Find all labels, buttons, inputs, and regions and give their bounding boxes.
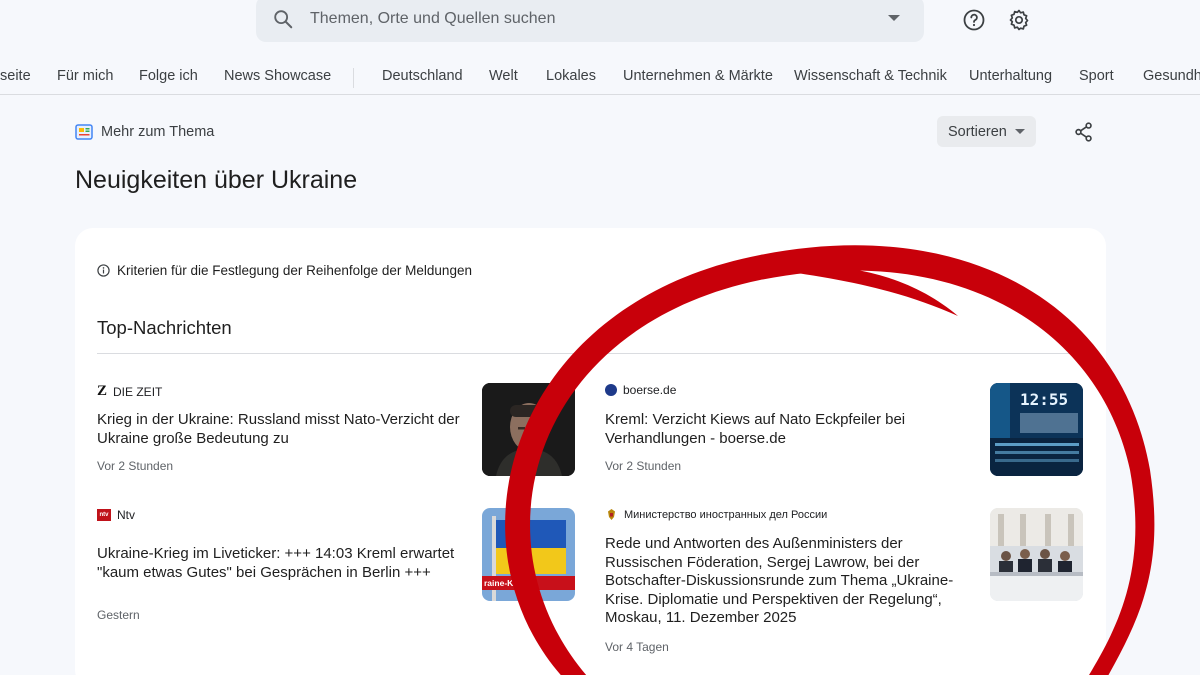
banner-text: raine-Kr etic	[484, 578, 534, 588]
nav-item-deutschland[interactable]: Deutschland	[382, 68, 463, 84]
ntv-logo: ntv	[97, 509, 111, 521]
zeit-logo: Z	[97, 383, 108, 399]
article-time: Vor 2 Stunden	[97, 459, 174, 473]
ukraine-flag-image: raine-Kr etic	[482, 508, 575, 601]
article-thumbnail[interactable]	[990, 508, 1083, 601]
source-name: Министерство иностранных дел России	[624, 508, 828, 521]
nav-item-gesundheit[interactable]: Gesundhe	[1143, 68, 1200, 84]
article-time: Gestern	[97, 608, 140, 622]
section-label: Mehr zum Thema	[101, 124, 215, 140]
top-news-heading: Top-Nachrichten	[97, 317, 232, 338]
nav-item-news-showcase[interactable]: News Showcase	[224, 68, 331, 84]
russia-mfa-emblem-icon	[608, 509, 615, 520]
share-icon[interactable]	[1073, 121, 1095, 143]
more-on-topic-label: Mehr zum Thema	[75, 122, 214, 142]
ranking-criteria-text: Kriterien für die Festlegung der Reihenf…	[117, 263, 472, 278]
sort-button-label: Sortieren	[948, 123, 1007, 140]
nav-item-folge-ich[interactable]: Folge ich	[139, 68, 198, 84]
help-icon[interactable]	[962, 8, 986, 32]
boerse-logo-icon	[605, 384, 617, 396]
chevron-down-icon	[1015, 129, 1025, 134]
settings-gear-icon[interactable]	[1007, 8, 1031, 32]
article-item[interactable]: Z DIE ZEIT Krieg in der Ukraine: Russlan…	[97, 383, 577, 493]
nav-item-sport[interactable]: Sport	[1079, 68, 1114, 84]
top-header: seite Für mich Folge ich News Showcase D…	[0, 0, 1200, 95]
article-source: Министерство иностранных дел России	[605, 508, 827, 521]
article-source: boerse.de	[605, 383, 676, 397]
article-headline[interactable]: Rede und Antworten des Außenministers de…	[605, 535, 970, 628]
search-input[interactable]	[310, 4, 870, 34]
article-item[interactable]: Министерство иностранных дел России Rede…	[605, 508, 1085, 658]
clock-text: 12:55	[1020, 390, 1068, 409]
article-headline[interactable]: Krieg in der Ukraine: Russland misst Nat…	[97, 411, 467, 448]
nav-item-startseite[interactable]: seite	[0, 68, 31, 84]
source-name: DIE ZEIT	[113, 384, 163, 399]
article-source: ntv Ntv	[97, 508, 135, 522]
portrait-image	[482, 383, 575, 476]
nav-item-unternehmen-maerkte[interactable]: Unternehmen & Märkte	[623, 68, 773, 84]
article-thumbnail[interactable]: raine-Kr etic	[482, 508, 575, 601]
nav-item-welt[interactable]: Welt	[489, 68, 518, 84]
source-name: Ntv	[117, 508, 135, 522]
heading-divider	[97, 353, 1084, 354]
article-item[interactable]: ntv Ntv Ukraine-Krieg im Liveticker: +++…	[97, 508, 577, 628]
nav-divider	[353, 68, 354, 88]
article-source: Z DIE ZEIT	[97, 383, 162, 400]
search-bar[interactable]	[256, 0, 924, 42]
conference-room-image	[990, 508, 1083, 601]
source-name: boerse.de	[623, 383, 677, 397]
article-headline[interactable]: Kreml: Verzicht Kiews auf Nato Eckpfeile…	[605, 411, 965, 448]
info-icon	[97, 264, 110, 277]
nav-item-unterhaltung[interactable]: Unterhaltung	[969, 68, 1052, 84]
article-time: Vor 4 Tagen	[605, 640, 669, 654]
search-options-dropdown-icon[interactable]	[888, 15, 900, 21]
nav-item-wissenschaft-technik[interactable]: Wissenschaft & Technik	[794, 68, 947, 84]
stock-board-image: 12:55	[990, 383, 1083, 476]
news-card: Kriterien für die Festlegung der Reihenf…	[75, 228, 1106, 675]
page-title: Neuigkeiten über Ukraine	[75, 166, 358, 194]
nav-item-fuer-mich[interactable]: Für mich	[57, 68, 113, 84]
article-thumbnail[interactable]: 12:55	[990, 383, 1083, 476]
article-item[interactable]: boerse.de Kreml: Verzicht Kiews auf Nato…	[605, 383, 1085, 493]
ranking-criteria-link[interactable]: Kriterien für die Festlegung der Reihenf…	[97, 263, 472, 278]
nav-item-lokales[interactable]: Lokales	[546, 68, 596, 84]
article-thumbnail[interactable]	[482, 383, 575, 476]
article-time: Vor 2 Stunden	[605, 459, 682, 473]
topic-cards-icon	[75, 124, 93, 140]
sort-button[interactable]: Sortieren	[937, 116, 1036, 147]
article-headline[interactable]: Ukraine-Krieg im Liveticker: +++ 14:03 K…	[97, 545, 467, 582]
search-icon[interactable]	[272, 8, 294, 30]
